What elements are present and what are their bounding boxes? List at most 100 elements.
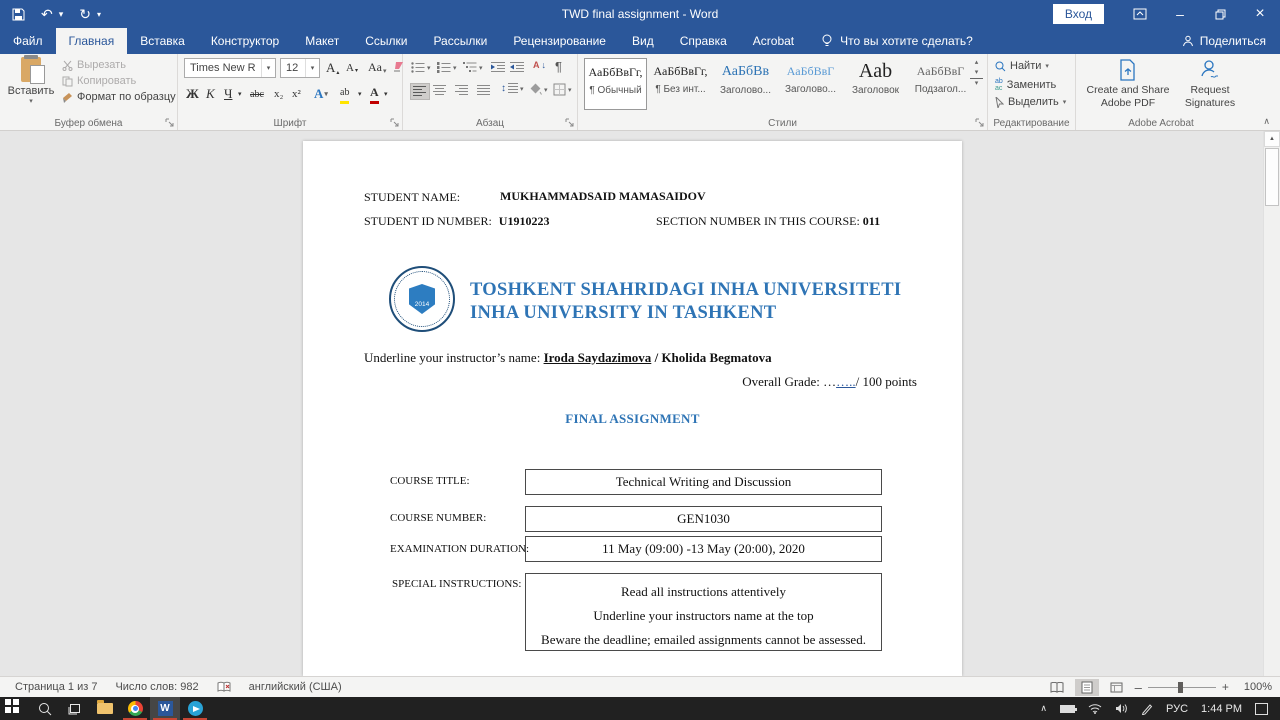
italic-button[interactable]: К: [206, 84, 215, 104]
pen-icon[interactable]: [1141, 703, 1153, 715]
highlight-color-button[interactable]: ab: [340, 84, 350, 104]
close-button[interactable]: ×: [1240, 0, 1280, 28]
style-normal[interactable]: АаБбВвГг, ¶ Обычный: [584, 58, 647, 110]
document-page[interactable]: STUDENT NAME: MUKHAMMADSAID MAMASAIDOV S…: [303, 141, 962, 676]
align-center-button[interactable]: [433, 85, 447, 96]
chevron-down-icon[interactable]: ▾: [261, 59, 275, 77]
find-button[interactable]: Найти ▾: [995, 60, 1049, 72]
cut-button[interactable]: Вырезать: [62, 59, 176, 71]
zoom-slider[interactable]: [1147, 681, 1216, 693]
styles-scroll-up-icon[interactable]: ▴: [970, 58, 983, 66]
start-button[interactable]: [0, 697, 30, 720]
web-layout-icon[interactable]: [1105, 679, 1129, 696]
numbering-button[interactable]: ▾: [437, 62, 457, 73]
grow-font-button[interactable]: A ▴: [326, 60, 339, 76]
underline-button[interactable]: Ч: [224, 84, 232, 104]
bold-button[interactable]: Ж: [186, 84, 199, 104]
shrink-font-button[interactable]: A ▾: [346, 62, 358, 74]
proofing-icon[interactable]: [208, 681, 240, 693]
tab-design[interactable]: Конструктор: [198, 28, 292, 54]
change-case-button[interactable]: Aa ▾: [368, 60, 387, 75]
collapse-ribbon-icon[interactable]: ∧: [1263, 116, 1270, 127]
style-heading2[interactable]: АаБбВвГ Заголово...: [779, 58, 842, 110]
undo-icon[interactable]: ↶: [41, 7, 53, 21]
styles-scroll-down-icon[interactable]: ▾: [970, 68, 983, 76]
underline-dropdown-icon[interactable]: ▾: [238, 84, 242, 104]
line-spacing-button[interactable]: ↕ ▾: [501, 83, 524, 94]
chrome-icon[interactable]: [120, 697, 150, 720]
language-switcher[interactable]: РУС: [1166, 703, 1188, 715]
share-button[interactable]: Поделиться: [1182, 28, 1280, 54]
align-right-button[interactable]: [455, 85, 469, 96]
paragraph-dialog-launcher-icon[interactable]: [565, 118, 574, 127]
redo-icon[interactable]: ↻: [79, 7, 91, 21]
tab-review[interactable]: Рецензирование: [500, 28, 619, 54]
restore-button[interactable]: [1200, 0, 1240, 28]
scroll-up-icon[interactable]: ▲: [1264, 131, 1280, 147]
styles-more-icon[interactable]: ▾: [970, 78, 983, 87]
highlight-dropdown-icon[interactable]: ▾: [358, 84, 362, 104]
tab-layout[interactable]: Макет: [292, 28, 352, 54]
minimize-button[interactable]: –: [1160, 0, 1200, 28]
tab-view[interactable]: Вид: [619, 28, 667, 54]
format-painter-button[interactable]: Формат по образцу: [62, 91, 176, 103]
sign-in-button[interactable]: Вход: [1052, 4, 1104, 24]
font-dialog-launcher-icon[interactable]: [390, 118, 399, 127]
subscript-button[interactable]: x₂: [274, 84, 283, 104]
request-signatures-button[interactable]: Request Signatures: [1178, 59, 1242, 110]
font-name-combo[interactable]: Times New R ▾: [184, 58, 276, 78]
style-subtitle[interactable]: АаБбВвГ Подзагол...: [909, 58, 972, 110]
bullets-button[interactable]: ▾: [411, 62, 431, 73]
zoom-slider-thumb[interactable]: [1177, 681, 1183, 693]
align-left-button[interactable]: [410, 83, 430, 100]
create-share-pdf-button[interactable]: Create and Share Adobe PDF: [1080, 59, 1176, 110]
save-icon[interactable]: [12, 8, 25, 21]
ribbon-display-options-icon[interactable]: [1120, 0, 1160, 28]
font-size-combo[interactable]: 12 ▾: [280, 58, 320, 78]
zoom-level[interactable]: 100%: [1235, 681, 1274, 693]
tell-me-box[interactable]: Что вы хотите сделать?: [807, 28, 987, 54]
tab-file[interactable]: Файл: [0, 28, 56, 54]
customize-qat-icon[interactable]: ▾: [97, 10, 101, 19]
style-title[interactable]: Aab Заголовок: [844, 58, 907, 110]
clock[interactable]: 1:44 PM: [1201, 703, 1242, 715]
justify-button[interactable]: [477, 85, 491, 96]
vertical-scrollbar[interactable]: ▲: [1263, 131, 1280, 676]
language-indicator[interactable]: английский (США): [240, 681, 351, 693]
text-effects-button[interactable]: A ▾: [314, 84, 328, 104]
tab-home[interactable]: Главная: [55, 28, 128, 54]
style-no-spacing[interactable]: АаБбВвГг, ¶ Без инт...: [649, 58, 712, 110]
undo-dropdown-icon[interactable]: ▾: [59, 9, 64, 20]
styles-dialog-launcher-icon[interactable]: [975, 118, 984, 127]
file-explorer-icon[interactable]: [90, 697, 120, 720]
chevron-down-icon[interactable]: ▾: [305, 59, 319, 77]
tab-mailings[interactable]: Рассылки: [420, 28, 500, 54]
action-center-icon[interactable]: [1255, 702, 1268, 715]
shading-button[interactable]: ▾: [529, 83, 548, 96]
battery-icon[interactable]: [1060, 704, 1077, 713]
clipboard-dialog-launcher-icon[interactable]: [165, 118, 174, 127]
tab-insert[interactable]: Вставка: [127, 28, 198, 54]
word-count[interactable]: Число слов: 982: [106, 681, 207, 693]
show-paragraph-marks-button[interactable]: ¶: [555, 59, 562, 74]
telegram-icon[interactable]: [180, 697, 210, 720]
paste-button[interactable]: Вставить ▾: [5, 55, 57, 114]
volume-icon[interactable]: [1115, 703, 1128, 714]
tab-references[interactable]: Ссылки: [352, 28, 420, 54]
paste-dropdown-icon[interactable]: ▾: [29, 97, 33, 105]
style-heading1[interactable]: АаБбВв Заголово...: [714, 58, 777, 110]
word-taskbar-icon[interactable]: W: [150, 697, 180, 720]
sort-button[interactable]: А ↓: [533, 60, 546, 70]
tab-acrobat[interactable]: Acrobat: [740, 28, 807, 54]
print-layout-icon[interactable]: [1074, 678, 1099, 696]
scrollbar-thumb[interactable]: [1265, 148, 1279, 206]
read-mode-icon[interactable]: [1045, 679, 1069, 696]
copy-button[interactable]: Копировать: [62, 75, 176, 87]
increase-indent-button[interactable]: [510, 62, 524, 73]
borders-button[interactable]: ▾: [553, 83, 572, 96]
zoom-in-button[interactable]: +: [1222, 680, 1229, 694]
multilevel-list-button[interactable]: ▾: [463, 62, 483, 73]
tab-help[interactable]: Справка: [667, 28, 740, 54]
page-indicator[interactable]: Страница 1 из 7: [6, 681, 106, 693]
superscript-button[interactable]: x²: [292, 84, 301, 104]
